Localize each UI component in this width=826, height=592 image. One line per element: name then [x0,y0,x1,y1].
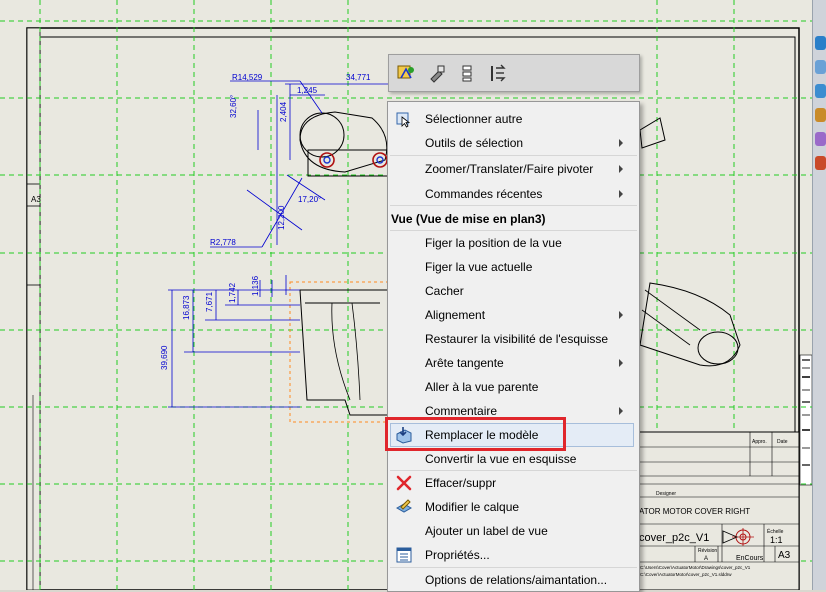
align-icon[interactable] [456,62,478,84]
tb-size: A3 [778,550,791,561]
tb-status: EnCours [736,555,764,562]
menu-item-select-other[interactable]: Sélectionner autre [388,107,639,131]
submenu-arrow-icon [619,407,623,415]
dim-1742[interactable]: 1,742 [228,282,237,303]
isometric-view[interactable] [639,117,741,367]
tb-appro: Appro. [752,439,767,445]
submenu-arrow-icon [619,359,623,367]
dim-32-60[interactable]: 32,60° [229,95,238,118]
menu-item-add-view-label[interactable]: Ajouter un label de vue [388,519,639,543]
tb-title: ATOR MOTOR COVER RIGHT [639,507,750,516]
dim-1136[interactable]: 1,136 [251,275,260,296]
left-strip [26,27,41,590]
menu-item-zoom-pan-rotate[interactable]: Zoomer/Translater/Faire pivoter [388,157,639,181]
menu-item-recent-commands[interactable]: Commandes récentes [388,182,639,206]
dim-39[interactable]: 39,690 [160,345,169,370]
delete-icon [395,474,413,492]
tb-scale-label: Échelle [767,528,784,535]
menu-item-delete[interactable]: Effacer/suppr [388,471,639,495]
menu-item-properties[interactable]: Propriétés... [388,543,639,567]
context-toolbar[interactable] [388,54,640,92]
menu-item-restore-sketch-visibility[interactable]: Restaurer la visibilité de l'esquisse [388,327,639,351]
tb-path1: C:\Users\Cover\ActuatorMotor\Drawings\co… [640,565,751,570]
dim-2404[interactable]: 2,404 [279,101,288,122]
menu-section-title: Vue (Vue de mise en plan3) [388,207,639,231]
menu-separator [390,155,637,156]
menu-item-hide[interactable]: Cacher [388,279,639,303]
pane-library-icon[interactable] [815,60,826,74]
menu-item-freeze-view-position[interactable]: Figer la position de la vue [388,231,639,255]
menu-item-go-to-parent-view[interactable]: Aller à la vue parente [388,375,639,399]
format-painter-icon[interactable] [426,62,448,84]
top-view[interactable] [299,111,389,177]
submenu-arrow-icon [619,311,623,319]
dim-34[interactable]: 34,771 [346,73,371,82]
zone-label: A3 [31,195,41,204]
barcode-strip [799,354,813,486]
select-other-icon [395,110,413,128]
dim-12200[interactable]: 12,200 [277,205,286,230]
pane-explorer-icon[interactable] [815,84,826,98]
pane-appearance-icon[interactable] [815,132,826,146]
menu-separator [390,205,637,206]
pane-view-palette-icon[interactable] [815,108,826,122]
menu-item-freeze-current-view[interactable]: Figer la vue actuelle [388,255,639,279]
tb-scale: 1:1 [770,535,783,545]
menu-item-relations-snap-options[interactable]: Options de relations/aimantation... [388,568,639,592]
tb-rev-label: Révision [698,548,717,554]
tb-designer: Designer [656,491,676,497]
smart-dimension-icon[interactable] [395,62,417,84]
dim-16[interactable]: 16,873 [182,295,191,320]
submenu-arrow-icon [619,165,623,173]
menu-item-selection-tools[interactable]: Outils de sélection [388,131,639,155]
menu-item-tangent-edge[interactable]: Arête tangente [388,351,639,375]
replace-view-icon[interactable] [487,62,509,84]
tb-filename: cover_p2c_V1 [639,532,709,544]
annotation-highlight-box [385,417,566,451]
dim-r2[interactable]: R2,778 [210,238,236,247]
tb-path2: C:\Cover\ActuatorMotor\cover_p2c_V1.sldd… [640,572,732,577]
dim-7[interactable]: 7,671 [205,291,214,312]
dim-r14[interactable]: R14,529 [232,73,263,82]
context-menu[interactable]: Sélectionner autre Outils de sélection Z… [387,101,640,592]
submenu-arrow-icon [619,190,623,198]
tb-rev: A [704,556,708,562]
submenu-arrow-icon [619,139,623,147]
layer-icon [395,498,413,516]
menu-item-change-layer[interactable]: Modifier le calque [388,495,639,519]
front-view[interactable] [289,281,391,423]
pane-custom-props-icon[interactable] [815,156,826,170]
menu-item-alignment[interactable]: Alignement [388,303,639,327]
dim-17-20[interactable]: 17,20° [298,195,321,204]
tb-date: Date [777,439,788,445]
pane-resources-icon[interactable] [815,36,826,50]
properties-icon [395,546,413,564]
dim-1245[interactable]: 1,245 [297,86,318,95]
